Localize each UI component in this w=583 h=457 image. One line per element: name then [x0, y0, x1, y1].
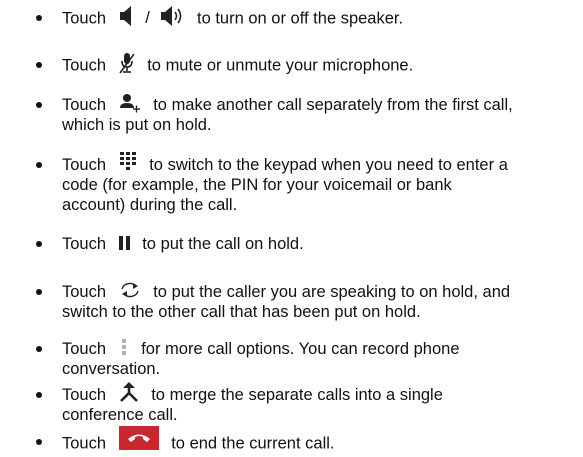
speaker-on-icon [160, 5, 184, 27]
touch-word: Touch [62, 235, 107, 253]
hold-icon [118, 235, 130, 250]
item-text: to make another call separately from the… [153, 96, 513, 114]
bullet [36, 162, 42, 168]
list-item-line: code (for example, the PIN for your voic… [62, 176, 452, 194]
bullet [36, 346, 42, 352]
item-text: to mute or unmute your microphone. [147, 56, 414, 75]
item-text: to turn on or off the speaker. [197, 9, 404, 28]
keypad-icon [119, 151, 137, 171]
list-item-line: conference call. [62, 406, 178, 424]
bullet [36, 392, 42, 398]
touch-word: Touch [62, 386, 107, 404]
list-item-line: Touch to mute or unmute your microphone. [62, 52, 414, 77]
touch-word: Touch [62, 283, 107, 301]
item-text: to end the current call. [171, 434, 335, 453]
list-item-line: Touch to put the caller you are speaking… [62, 282, 510, 303]
item-text: for more call options. You can record ph… [141, 340, 460, 358]
separator-slash: / [145, 9, 150, 28]
call-options-list: Touch / to turn on or off the speaker. T… [0, 0, 583, 457]
list-item-line: which is put on hold. [62, 116, 212, 134]
touch-word: Touch [62, 156, 107, 174]
list-item-line: Touch for more call options. You can rec… [62, 337, 460, 360]
list-item-line: account) during the call. [62, 196, 238, 214]
item-text: to merge the separate calls into a singl… [151, 386, 443, 404]
touch-word: Touch [62, 9, 107, 28]
list-item-line: conversation. [62, 360, 161, 378]
list-item-line: Touch to make another call separately fr… [62, 93, 513, 116]
more-options-icon [121, 337, 127, 357]
list-item-line: Touch / to turn on or off the speaker. [62, 5, 404, 30]
mute-microphone-icon [118, 52, 135, 74]
list-item-line: Touch to put the call on hold. [62, 234, 304, 254]
bullet [36, 62, 42, 68]
bullet [36, 241, 42, 247]
list-item-line: Touch to switch to the keypad when you n… [62, 151, 508, 176]
item-text: to switch to the keypad when you need to… [149, 156, 508, 174]
item-text: to put the call on hold. [142, 235, 304, 253]
touch-word: Touch [62, 434, 107, 453]
merge-calls-icon [119, 381, 139, 402]
swap-calls-icon [119, 280, 141, 300]
bullet [36, 102, 42, 108]
item-text: to put the caller you are speaking to on… [153, 283, 511, 301]
speaker-off-icon [119, 5, 135, 27]
touch-word: Touch [62, 56, 107, 75]
touch-word: Touch [62, 96, 107, 114]
list-item-line: switch to the other call that has been p… [62, 303, 421, 321]
bullet [36, 15, 42, 21]
bullet [36, 289, 42, 295]
add-call-icon [119, 93, 141, 113]
list-item-line: Touch to merge the separate calls into a… [62, 381, 443, 406]
end-call-icon [118, 426, 159, 450]
list-item-line: Touch to end the current call. [62, 426, 335, 456]
bullet [36, 439, 42, 445]
touch-word: Touch [62, 340, 107, 358]
